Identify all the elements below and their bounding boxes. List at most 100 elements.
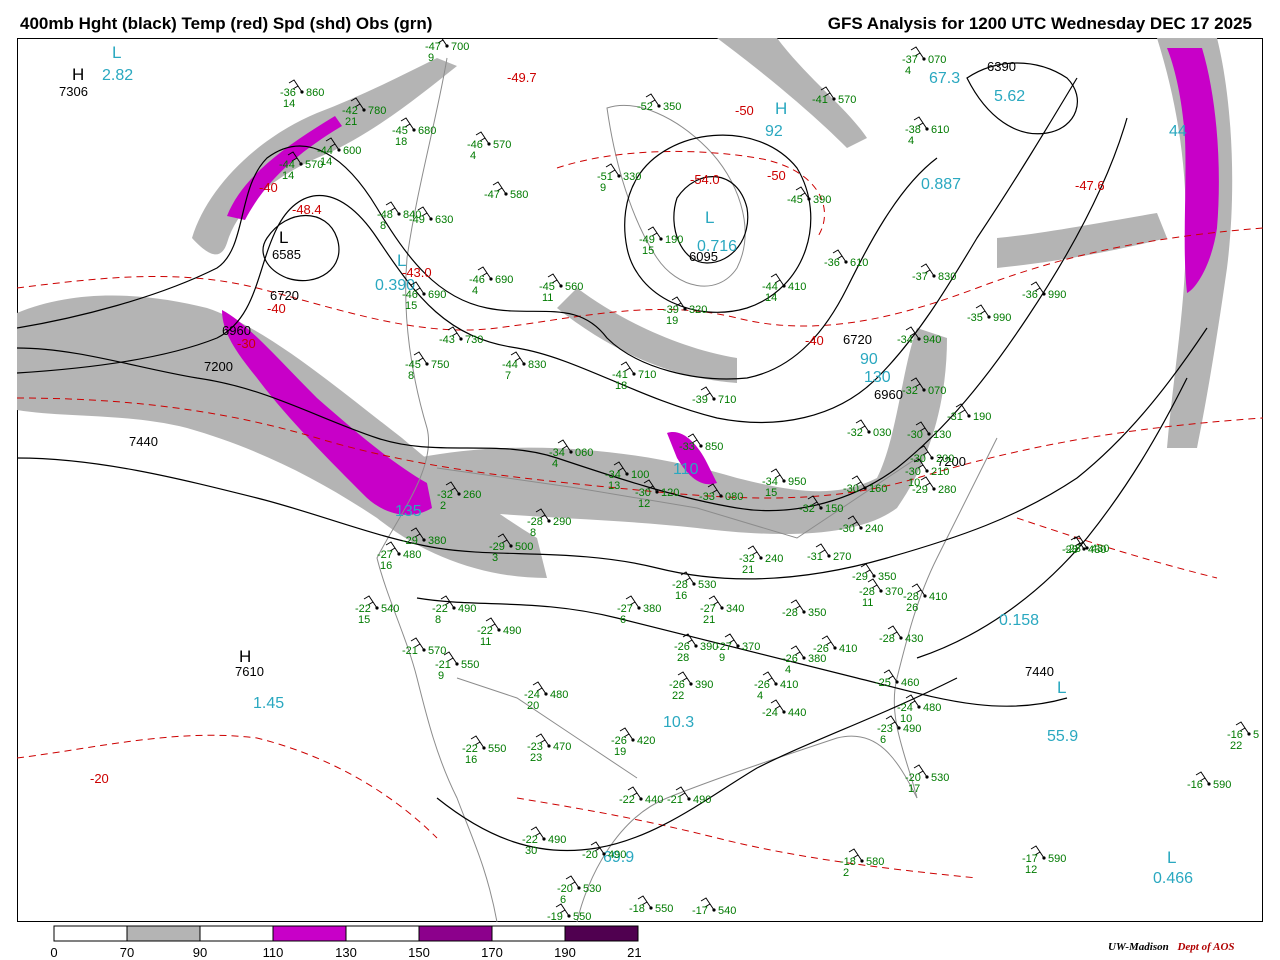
obs-height: 710: [638, 369, 656, 381]
obs-temperature: -32: [847, 427, 863, 439]
speed-label: 135: [395, 503, 422, 520]
obs-dewpoint-depression: 15: [765, 487, 777, 499]
obs-temperature: -30: [843, 483, 859, 495]
obs-height: 260: [463, 489, 481, 501]
obs-height: 420: [637, 735, 655, 747]
obs-temperature: -29: [402, 535, 418, 547]
obs-height: 350: [663, 101, 681, 113]
obs-height: 070: [928, 54, 946, 66]
obs-dewpoint-depression: 19: [666, 315, 678, 327]
obs-dewpoint-depression: 12: [638, 498, 650, 510]
obs-dewpoint-depression: 18: [615, 380, 627, 392]
obs-height: 410: [788, 281, 806, 293]
credit-dept: Dept of AOS: [1177, 941, 1235, 953]
obs-height: 630: [435, 214, 453, 226]
obs-dewpoint-depression: 11: [480, 636, 491, 648]
obs-dewpoint-depression: 22: [672, 690, 684, 702]
obs-dewpoint-depression: 12: [1025, 864, 1037, 876]
speed-label: 0.466: [1153, 870, 1193, 887]
colorbar-segments: [53, 925, 639, 942]
obs-height: 070: [928, 385, 946, 397]
obs-height: 240: [865, 523, 883, 535]
low-center-marker: L: [1057, 678, 1066, 697]
colorbar-tick-label: 70: [120, 945, 134, 960]
obs-height: 730: [465, 334, 483, 346]
temp-label: -50: [767, 168, 786, 183]
low-center-marker: L: [1167, 848, 1176, 867]
obs-height: 190: [973, 411, 991, 423]
obs-dewpoint-depression: 6: [620, 614, 626, 626]
obs-temperature: -52: [637, 101, 653, 113]
temp-label: -49.7: [507, 70, 537, 85]
obs-dewpoint-depression: 9: [719, 652, 725, 664]
obs-height: 440: [645, 794, 663, 806]
colorbar-tick-label: 0: [50, 945, 57, 960]
obs-dewpoint-depression: 14: [765, 292, 777, 304]
obs-dewpoint-depression: 28: [677, 652, 689, 664]
obs-height: 100: [631, 469, 649, 481]
height-label: 6390: [987, 59, 1016, 74]
obs-height: 830: [938, 271, 956, 283]
obs-temperature: -33: [699, 491, 715, 503]
obs-height: 380: [428, 535, 446, 547]
obs-temperature: -17: [692, 905, 708, 917]
obs-dewpoint-depression: 16: [380, 560, 392, 572]
temp-label: -40: [805, 333, 824, 348]
obs-dewpoint-depression: 4: [552, 458, 558, 470]
obs-dewpoint-depression: 6: [880, 734, 886, 746]
obs-height: 480: [550, 689, 568, 701]
low-center-marker: L: [279, 228, 288, 247]
obs-temperature: -20: [582, 849, 598, 861]
obs-dewpoint-depression: 4: [472, 285, 478, 297]
obs-dewpoint-depression: 2: [440, 500, 446, 512]
obs-dewpoint-depression: 15: [642, 245, 654, 257]
colorbar-segment: [126, 925, 201, 942]
obs-height: 240: [765, 553, 783, 565]
colorbar-tick-label: 210: [627, 945, 642, 960]
obs-temperature: -22: [619, 794, 635, 806]
speed-colorbar: 0 70 90 110 130 150 170 190 210: [50, 925, 642, 960]
obs-height: 460: [901, 677, 919, 689]
height-label: 7610: [235, 664, 264, 679]
obs-height: 440: [788, 707, 806, 719]
height-label: 6585: [272, 247, 301, 262]
obs-temperature: -24: [762, 707, 778, 719]
height-label: 6720: [843, 332, 872, 347]
obs-height: 490: [608, 849, 626, 861]
obs-height: 200: [936, 453, 954, 465]
obs-height: 680: [418, 125, 436, 137]
obs-temperature: -43: [439, 334, 455, 346]
obs-temperature: -35: [967, 312, 983, 324]
height-label: 7200: [204, 359, 233, 374]
colorbar-tick-label: 150: [408, 945, 430, 960]
obs-temperature: -36: [824, 257, 840, 269]
analysis-time-title: GFS Analysis for 1200 UTC Wednesday DEC …: [827, 14, 1252, 33]
obs-height: 410: [929, 591, 947, 603]
obs-dewpoint-depression: 8: [530, 527, 536, 539]
colorbar-tick-label: 90: [193, 945, 207, 960]
obs-height: 550: [488, 743, 506, 755]
obs-temperature: -45: [787, 194, 803, 206]
obs-height: 700: [451, 41, 469, 53]
obs-dewpoint-depression: 8: [435, 614, 441, 626]
obs-temperature: -31: [807, 551, 823, 563]
obs-height: 580: [866, 856, 884, 868]
speed-label: 10.3: [663, 714, 694, 731]
speed-label: 5.62: [994, 88, 1025, 105]
speed-label: 67.3: [929, 70, 960, 87]
obs-height: 330: [623, 171, 641, 183]
colorbar-segment: [272, 925, 347, 942]
obs-temperature: -30: [910, 453, 926, 465]
colorbar-segment: [564, 925, 639, 942]
obs-dewpoint-depression: 7: [505, 370, 511, 382]
credit-org: UW-Madison: [1108, 941, 1169, 953]
obs-height: 130: [933, 429, 951, 441]
obs-height: 590: [1213, 779, 1231, 791]
obs-height: 350: [878, 571, 896, 583]
height-label: 6960: [874, 387, 903, 402]
obs-dewpoint-depression: 15: [405, 300, 417, 312]
obs-height: 860: [306, 87, 324, 99]
map-title: 400mb Hght (black) Temp (red) Spd (shd) …: [20, 14, 433, 33]
weather-map: 7306658567206960720074406095639067206960…: [17, 38, 1263, 922]
obs-dewpoint-depression: 14: [283, 98, 295, 110]
